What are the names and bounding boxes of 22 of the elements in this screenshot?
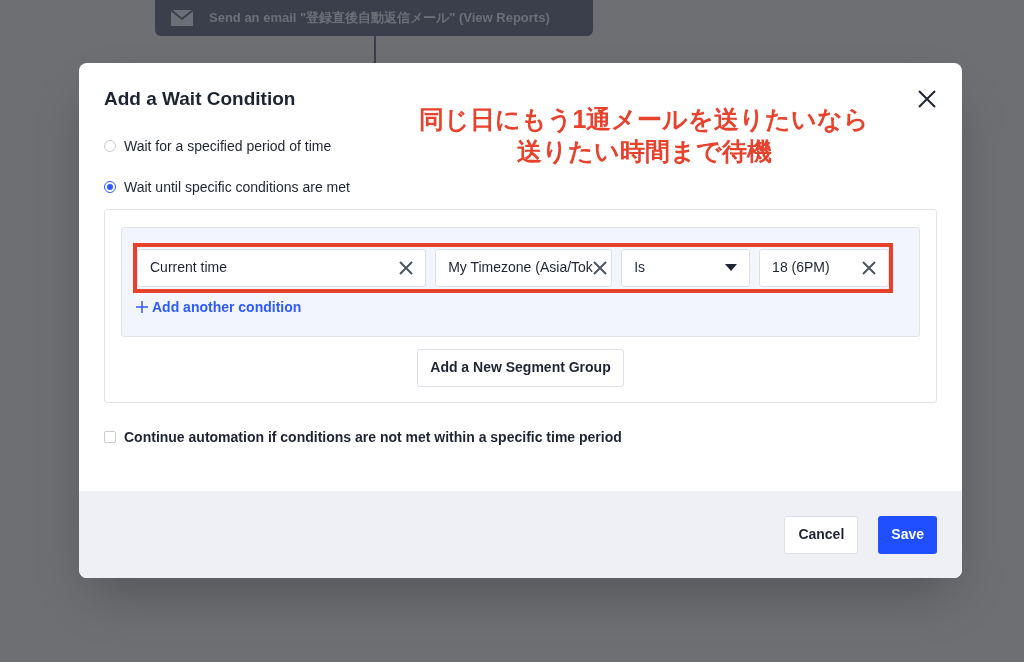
clear-icon[interactable] <box>399 260 414 275</box>
input-field[interactable]: Current time <box>137 248 427 287</box>
cancel-button[interactable]: Cancel <box>784 515 859 554</box>
annotation-text: 送りたい時間まで待機 <box>516 136 772 167</box>
checkbox[interactable] <box>104 431 116 443</box>
caret-icon <box>725 264 738 271</box>
annotation-text: 同じ日にもう1通メールを送りたいなら <box>418 104 870 135</box>
add-condition-link[interactable]: Add another condition <box>136 296 905 318</box>
input-field[interactable]: My Timezone (Asia/Tok <box>435 248 613 287</box>
radio-label: Wait until specific conditions are met <box>124 177 350 197</box>
radio-label: Wait for a specified period of time <box>124 136 332 156</box>
clear-icon[interactable] <box>592 260 607 275</box>
clear-icon[interactable] <box>862 260 876 275</box>
select-field[interactable]: Is <box>621 248 751 287</box>
close-icon[interactable] <box>918 90 936 109</box>
plus-icon <box>136 301 148 313</box>
dialog-title: Add a Wait Condition <box>104 87 296 111</box>
checkbox-label: Continue automation if conditions are not met within a specific time period <box>124 427 622 447</box>
input-field[interactable]: 18 (6PM) <box>759 248 889 287</box>
envelope-icon <box>171 10 193 26</box>
add-segment-group-button[interactable]: Add a New Segment Group <box>417 348 624 387</box>
save-button[interactable]: Save <box>878 515 937 554</box>
